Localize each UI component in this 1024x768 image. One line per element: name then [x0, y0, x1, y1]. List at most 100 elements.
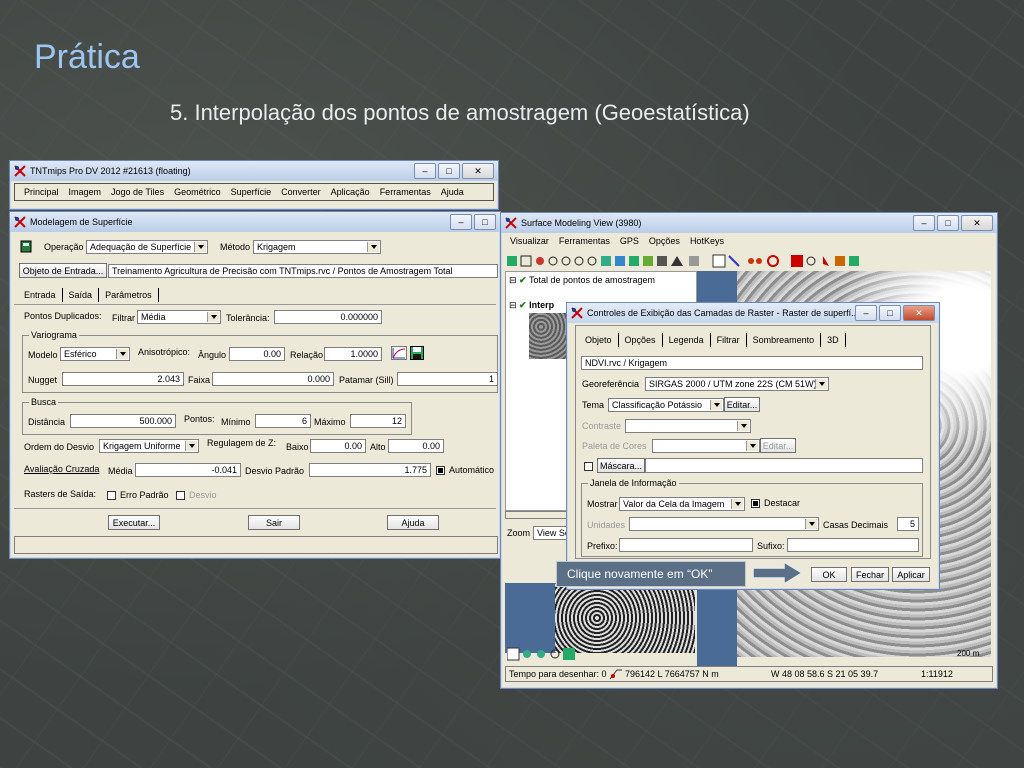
tab-legenda[interactable]: Legenda — [663, 333, 711, 347]
mascara-field[interactable] — [645, 458, 923, 473]
menu-ferramentas[interactable]: Ferramentas — [375, 187, 436, 197]
tab-opcoes[interactable]: Opções — [619, 333, 663, 347]
janela-label: Janela de Informação — [588, 478, 679, 488]
tab-3d[interactable]: 3D — [821, 333, 846, 347]
status-draw-time: Tempo para desenhar: 0 — [509, 669, 607, 679]
main-window-title: TNTmips Pro DV 2012 #21613 (floating) — [30, 166, 191, 176]
book-icon[interactable] — [20, 240, 32, 255]
tab-saida[interactable]: Saída — [63, 288, 100, 302]
variogram-chart-icon[interactable] — [391, 346, 407, 362]
maximize-button[interactable]: □ — [937, 215, 959, 231]
input-object-button[interactable]: Objeto de Entrada... — [19, 263, 107, 278]
tab-filtrar[interactable]: Filtrar — [711, 333, 747, 347]
unidades-select[interactable] — [629, 517, 819, 531]
desvio-padrao-field[interactable]: 1.775 — [309, 463, 431, 477]
menu-ajuda[interactable]: Ajuda — [436, 187, 469, 197]
avaliacao-cruzada-button[interactable]: Avaliação Cruzada — [24, 464, 99, 474]
minimize-button[interactable]: – — [913, 215, 935, 231]
tab-entrada[interactable]: Entrada — [18, 288, 63, 302]
destacar-checkbox[interactable]: Destacar — [751, 498, 800, 509]
maximize-button[interactable]: □ — [879, 305, 901, 321]
view-titlebar[interactable]: Surface Modeling View (3980) – □ ✕ — [501, 213, 997, 233]
close-button[interactable]: ✕ — [903, 305, 935, 321]
filtrar-select[interactable]: Média — [137, 310, 221, 324]
view-toolbar[interactable] — [507, 254, 867, 268]
mascara-checkbox[interactable] — [584, 461, 597, 472]
aplicar-button[interactable]: Aplicar — [892, 567, 930, 582]
angulo-field[interactable]: 0.00 — [229, 347, 285, 361]
mascara-button[interactable]: Máscara... — [597, 458, 645, 473]
minimize-button[interactable]: – — [414, 163, 436, 179]
main-titlebar[interactable]: TNTmips Pro DV 2012 #21613 (floating) – … — [10, 161, 498, 181]
close-button[interactable]: ✕ — [462, 163, 494, 179]
maximo-field[interactable]: 12 — [350, 414, 406, 428]
ajuda-button[interactable]: Ajuda — [387, 515, 439, 530]
ordem-select[interactable]: Krigagem Uniforme — [99, 439, 199, 453]
paleta-select[interactable] — [652, 439, 760, 453]
maximize-button[interactable]: □ — [474, 214, 496, 230]
baixo-field[interactable]: 0.00 — [310, 439, 366, 453]
minimize-button[interactable]: – — [450, 214, 472, 230]
map-tools[interactable] — [507, 647, 577, 661]
menu-ferramentas[interactable]: Ferramentas — [554, 236, 615, 246]
minimize-button[interactable]: – — [855, 305, 877, 321]
sufixo-field[interactable] — [787, 538, 919, 552]
menu-gps[interactable]: GPS — [615, 236, 644, 246]
menu-imagem[interactable]: Imagem — [64, 187, 107, 197]
menu-converter[interactable]: Converter — [276, 187, 326, 197]
menu-superficie[interactable]: Superfície — [226, 187, 277, 197]
minimo-field[interactable]: 6 — [255, 414, 311, 428]
raster-dialog-titlebar[interactable]: Controles de Exibição das Camadas de Ras… — [567, 303, 939, 323]
operacao-select[interactable]: Adequação de Superfície — [86, 240, 208, 254]
mostrar-select[interactable]: Valor da Cela da Imagem — [619, 497, 745, 511]
executar-button[interactable]: Executar... — [108, 515, 160, 530]
close-button[interactable]: ✕ — [961, 215, 993, 231]
distancia-field[interactable]: 500.000 — [70, 414, 176, 428]
georef-select[interactable]: SIRGAS 2000 / UTM zone 22S (CM 51W) — [645, 377, 829, 391]
nugget-field[interactable]: 2.043 — [62, 372, 184, 386]
menu-principal[interactable]: Principal — [19, 187, 64, 197]
raster-object-field[interactable]: NDVI.rvc / Krigagem — [581, 356, 923, 370]
metodo-select[interactable]: Krigagem — [253, 240, 381, 254]
menu-visualizar[interactable]: Visualizar — [505, 236, 554, 246]
surface-tabs: Entrada Saída Parâmetros — [18, 288, 159, 302]
input-object-field[interactable]: Treinamento Agricultura de Precisão com … — [108, 264, 498, 278]
prefixo-field[interactable] — [619, 538, 753, 552]
alto-field[interactable]: 0.00 — [388, 439, 444, 453]
casas-field[interactable]: 5 — [897, 517, 919, 531]
main-window: TNTmips Pro DV 2012 #21613 (floating) – … — [9, 160, 499, 210]
surface-modeling-titlebar[interactable]: Modelagem de Superfície – □ — [10, 212, 500, 232]
faixa-field[interactable]: 0.000 — [212, 372, 334, 386]
patamar-field[interactable]: 1 — [397, 372, 498, 386]
sair-button[interactable]: Sair — [248, 515, 300, 530]
angulo-label: Ângulo — [198, 350, 227, 360]
save-icon[interactable] — [410, 346, 424, 362]
tema-editar-button[interactable]: Editar... — [724, 397, 760, 412]
menu-aplicacao[interactable]: Aplicação — [326, 187, 375, 197]
contraste-select[interactable] — [625, 419, 751, 433]
tema-select[interactable]: Classificação Potássio — [608, 398, 724, 412]
erro-padrao-checkbox[interactable]: Erro Padrão — [107, 490, 169, 501]
menu-opcoes[interactable]: Opções — [644, 236, 685, 246]
layer-item-total[interactable]: ⊟ ✔ Total de pontos de amostragem — [509, 275, 655, 286]
fechar-button[interactable]: Fechar — [851, 567, 889, 582]
modelo-select[interactable]: Esférico — [60, 347, 130, 361]
automatico-checkbox[interactable]: Automático — [436, 465, 494, 476]
maximize-button[interactable]: □ — [438, 163, 460, 179]
relacao-field[interactable]: 1.0000 — [324, 347, 382, 361]
faixa-label: Faixa — [188, 375, 211, 385]
tab-parametros[interactable]: Parâmetros — [99, 288, 159, 302]
media-field[interactable]: -0.041 — [135, 463, 241, 477]
menu-geometrico[interactable]: Geométrico — [169, 187, 226, 197]
ok-button[interactable]: OK — [811, 567, 847, 582]
tab-objeto[interactable]: Objeto — [579, 333, 619, 347]
menu-jogo-de-tiles[interactable]: Jogo de Tiles — [106, 187, 169, 197]
desvio-checkbox[interactable]: Desvio — [176, 490, 217, 501]
surface-modeling-window: Modelagem de Superfície – □ Operação Ade… — [9, 211, 501, 559]
tolerancia-field[interactable]: 0.000000 — [274, 310, 382, 324]
layer-item-interp[interactable]: ⊟ ✔ Interp — [509, 300, 554, 311]
paleta-editar-button[interactable]: Editar... — [760, 438, 796, 453]
menu-hotkeys[interactable]: HotKeys — [685, 236, 729, 246]
raster-dialog: Controles de Exibição das Camadas de Ras… — [566, 302, 940, 590]
tab-sombreamento[interactable]: Sombreamento — [747, 333, 822, 347]
